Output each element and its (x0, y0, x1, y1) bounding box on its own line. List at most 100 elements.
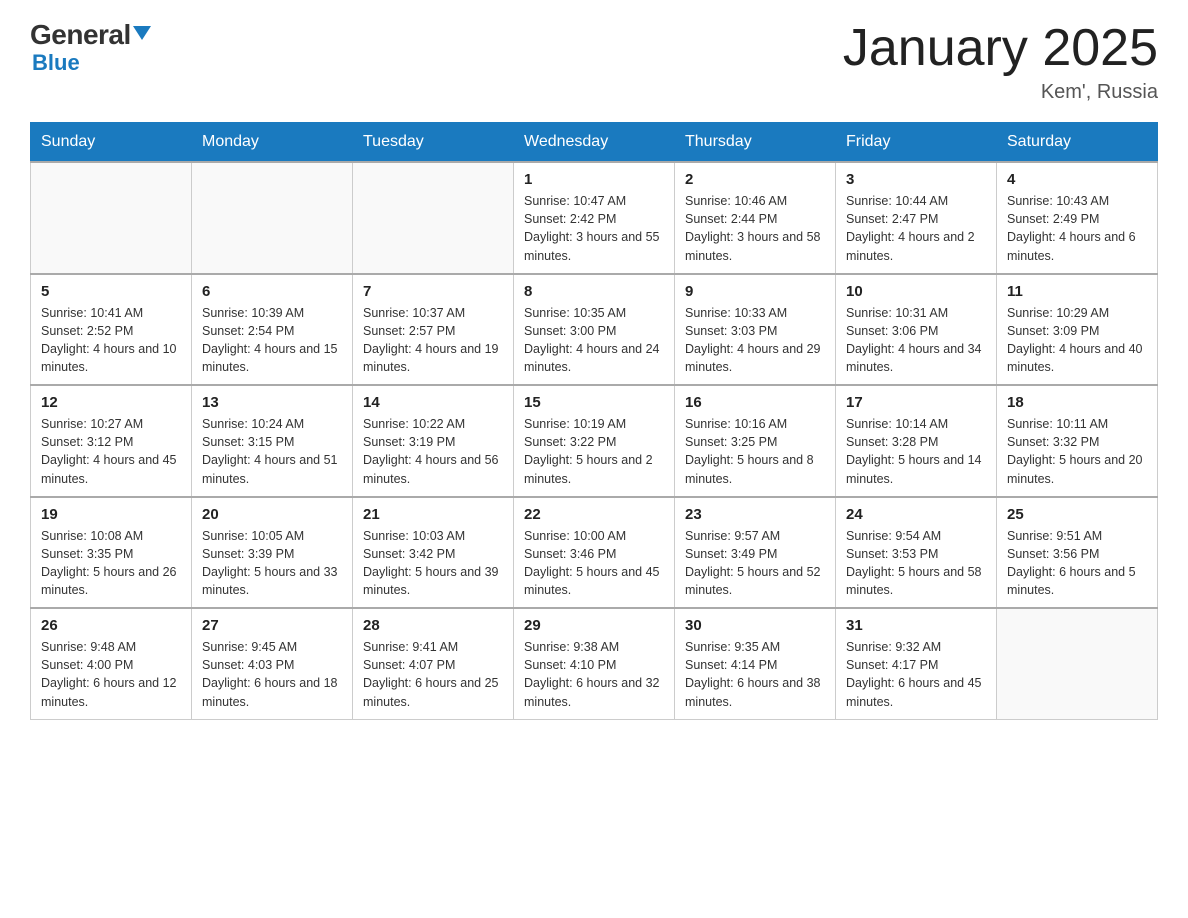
header-wednesday: Wednesday (514, 123, 675, 163)
calendar-table: Sunday Monday Tuesday Wednesday Thursday… (30, 122, 1158, 720)
header-thursday: Thursday (675, 123, 836, 163)
header-monday: Monday (192, 123, 353, 163)
day-info: Sunrise: 10:27 AM Sunset: 3:12 PM Daylig… (41, 415, 181, 488)
day-number: 1 (524, 171, 664, 188)
table-row: 14 Sunrise: 10:22 AM Sunset: 3:19 PM Dayl… (353, 385, 514, 497)
day-number: 29 (524, 617, 664, 634)
table-row: 20 Sunrise: 10:05 AM Sunset: 3:39 PM Dayl… (192, 497, 353, 609)
table-row (31, 162, 192, 274)
table-row: 25 Sunrise: 9:51 AM Sunset: 3:56 PM Dayli… (997, 497, 1158, 609)
day-info: Sunrise: 10:11 AM Sunset: 3:32 PM Daylig… (1007, 415, 1147, 488)
day-number: 4 (1007, 171, 1147, 188)
calendar-week-row: 12 Sunrise: 10:27 AM Sunset: 3:12 PM Dayl… (31, 385, 1158, 497)
logo-triangle-icon (133, 26, 151, 40)
table-row (997, 608, 1158, 719)
day-info: Sunrise: 9:45 AM Sunset: 4:03 PM Dayligh… (202, 638, 342, 711)
table-row: 3 Sunrise: 10:44 AM Sunset: 2:47 PM Dayli… (836, 162, 997, 274)
calendar-week-row: 5 Sunrise: 10:41 AM Sunset: 2:52 PM Dayli… (31, 274, 1158, 386)
day-info: Sunrise: 9:32 AM Sunset: 4:17 PM Dayligh… (846, 638, 986, 711)
calendar-subtitle: Kem', Russia (843, 81, 1158, 104)
table-row: 16 Sunrise: 10:16 AM Sunset: 3:25 PM Dayl… (675, 385, 836, 497)
day-number: 31 (846, 617, 986, 634)
table-row: 5 Sunrise: 10:41 AM Sunset: 2:52 PM Dayli… (31, 274, 192, 386)
day-number: 27 (202, 617, 342, 634)
day-number: 26 (41, 617, 181, 634)
table-row: 10Sunrise: 10:31 AM Sunset: 3:06 PM Dayl… (836, 274, 997, 386)
title-section: January 2025 Kem', Russia (843, 20, 1158, 104)
table-row: 12 Sunrise: 10:27 AM Sunset: 3:12 PM Dayl… (31, 385, 192, 497)
day-number: 7 (363, 283, 503, 300)
calendar-week-row: 1 Sunrise: 10:47 AM Sunset: 2:42 PM Dayli… (31, 162, 1158, 274)
day-info: Sunrise: 9:54 AM Sunset: 3:53 PM Dayligh… (846, 527, 986, 600)
day-number: 20 (202, 506, 342, 523)
logo: General Blue (30, 20, 151, 75)
day-number: 19 (41, 506, 181, 523)
day-number: 8 (524, 283, 664, 300)
table-row: 8 Sunrise: 10:35 AM Sunset: 3:00 PM Dayli… (514, 274, 675, 386)
day-info: Sunrise: 10:37 AM Sunset: 2:57 PM Daylig… (363, 304, 503, 377)
day-info: Sunrise: 10:16 AM Sunset: 3:25 PM Daylig… (685, 415, 825, 488)
day-info: Sunrise: 10:03 AM Sunset: 3:42 PM Daylig… (363, 527, 503, 600)
day-number: 28 (363, 617, 503, 634)
day-info: Sunrise: 9:51 AM Sunset: 3:56 PM Dayligh… (1007, 527, 1147, 600)
table-row: 22 Sunrise: 10:00 AM Sunset: 3:46 PM Dayl… (514, 497, 675, 609)
day-info: Sunrise: 10:44 AM Sunset: 2:47 PM Daylig… (846, 192, 986, 265)
day-number: 17 (846, 394, 986, 411)
table-row: 21 Sunrise: 10:03 AM Sunset: 3:42 PM Dayl… (353, 497, 514, 609)
day-number: 10 (846, 283, 986, 300)
header-sunday: Sunday (31, 123, 192, 163)
table-row: 4Sunrise: 10:43 AM Sunset: 2:49 PM Dayli… (997, 162, 1158, 274)
day-number: 22 (524, 506, 664, 523)
day-number: 12 (41, 394, 181, 411)
table-row: 13 Sunrise: 10:24 AM Sunset: 3:15 PM Dayl… (192, 385, 353, 497)
day-info: Sunrise: 10:46 AM Sunset: 2:44 PM Daylig… (685, 192, 825, 265)
day-info: Sunrise: 10:22 AM Sunset: 3:19 PM Daylig… (363, 415, 503, 488)
day-info: Sunrise: 9:57 AM Sunset: 3:49 PM Dayligh… (685, 527, 825, 600)
day-info: Sunrise: 10:24 AM Sunset: 3:15 PM Daylig… (202, 415, 342, 488)
day-number: 13 (202, 394, 342, 411)
table-row: 28 Sunrise: 9:41 AM Sunset: 4:07 PM Dayli… (353, 608, 514, 719)
table-row: 24 Sunrise: 9:54 AM Sunset: 3:53 PM Dayli… (836, 497, 997, 609)
day-number: 16 (685, 394, 825, 411)
calendar-week-row: 26 Sunrise: 9:48 AM Sunset: 4:00 PM Dayli… (31, 608, 1158, 719)
logo-blue-text: Blue (32, 51, 80, 75)
header-saturday: Saturday (997, 123, 1158, 163)
day-info: Sunrise: 10:00 AM Sunset: 3:46 PM Daylig… (524, 527, 664, 600)
table-row (192, 162, 353, 274)
day-info: Sunrise: 9:35 AM Sunset: 4:14 PM Dayligh… (685, 638, 825, 711)
logo-general-text: General (30, 20, 151, 51)
table-row: 11 Sunrise: 10:29 AM Sunset: 3:09 PM Dayl… (997, 274, 1158, 386)
day-number: 14 (363, 394, 503, 411)
calendar-title: January 2025 (843, 20, 1158, 77)
day-number: 3 (846, 171, 986, 188)
day-number: 11 (1007, 283, 1147, 300)
table-row: 27 Sunrise: 9:45 AM Sunset: 4:03 PM Dayli… (192, 608, 353, 719)
table-row: 19 Sunrise: 10:08 AM Sunset: 3:35 PM Dayl… (31, 497, 192, 609)
table-row: 26 Sunrise: 9:48 AM Sunset: 4:00 PM Dayli… (31, 608, 192, 719)
day-info: Sunrise: 10:47 AM Sunset: 2:42 PM Daylig… (524, 192, 664, 265)
table-row (353, 162, 514, 274)
day-info: Sunrise: 9:38 AM Sunset: 4:10 PM Dayligh… (524, 638, 664, 711)
day-number: 24 (846, 506, 986, 523)
day-info: Sunrise: 9:48 AM Sunset: 4:00 PM Dayligh… (41, 638, 181, 711)
day-info: Sunrise: 10:33 AM Sunset: 3:03 PM Daylig… (685, 304, 825, 377)
day-info: Sunrise: 10:08 AM Sunset: 3:35 PM Daylig… (41, 527, 181, 600)
day-number: 21 (363, 506, 503, 523)
header-tuesday: Tuesday (353, 123, 514, 163)
table-row: 6Sunrise: 10:39 AM Sunset: 2:54 PM Dayli… (192, 274, 353, 386)
table-row: 18Sunrise: 10:11 AM Sunset: 3:32 PM Dayl… (997, 385, 1158, 497)
day-info: Sunrise: 10:41 AM Sunset: 2:52 PM Daylig… (41, 304, 181, 377)
header-friday: Friday (836, 123, 997, 163)
table-row: 17Sunrise: 10:14 AM Sunset: 3:28 PM Dayl… (836, 385, 997, 497)
day-number: 30 (685, 617, 825, 634)
day-number: 25 (1007, 506, 1147, 523)
day-info: Sunrise: 10:35 AM Sunset: 3:00 PM Daylig… (524, 304, 664, 377)
day-info: Sunrise: 10:29 AM Sunset: 3:09 PM Daylig… (1007, 304, 1147, 377)
table-row: 29 Sunrise: 9:38 AM Sunset: 4:10 PM Dayli… (514, 608, 675, 719)
day-info: Sunrise: 9:41 AM Sunset: 4:07 PM Dayligh… (363, 638, 503, 711)
page-header: General Blue January 2025 Kem', Russia (30, 20, 1158, 104)
day-number: 2 (685, 171, 825, 188)
day-number: 5 (41, 283, 181, 300)
table-row: 7 Sunrise: 10:37 AM Sunset: 2:57 PM Dayli… (353, 274, 514, 386)
day-info: Sunrise: 10:05 AM Sunset: 3:39 PM Daylig… (202, 527, 342, 600)
